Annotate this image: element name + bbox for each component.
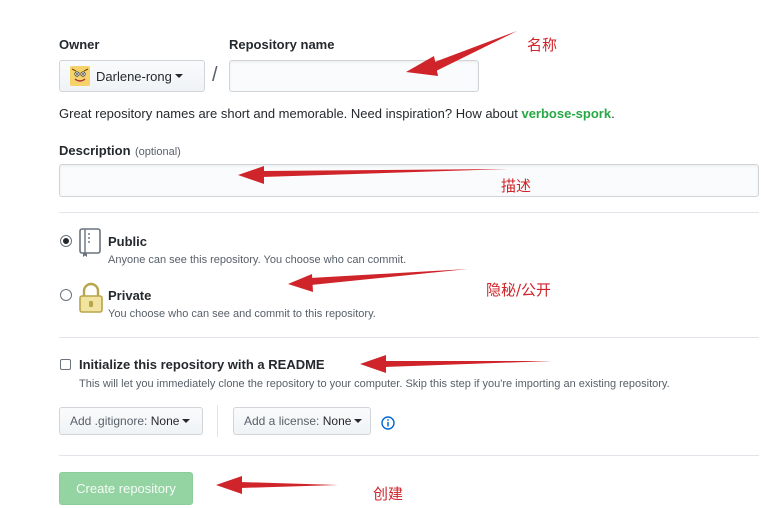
arrow-create-head [216, 476, 242, 494]
arrow-name-shaft [432, 31, 517, 71]
annotation-create: 创建 [373, 485, 404, 503]
arrow-readme-head [360, 355, 386, 373]
arrow-create-shaft [240, 482, 338, 488]
arrow-visibility-head [288, 274, 313, 292]
arrow-readme-shaft [384, 361, 552, 367]
arrow-visibility-shaft [310, 269, 468, 285]
annotation-description: 描述 [501, 177, 532, 195]
arrow-name-head [406, 56, 438, 76]
arrow-description-shaft [262, 169, 508, 177]
annotation-name: 名称 [527, 36, 558, 54]
annotation-visibility: 隐秘/公开 [486, 281, 552, 299]
annotation-arrows [216, 31, 552, 494]
arrow-description-head [238, 166, 264, 184]
